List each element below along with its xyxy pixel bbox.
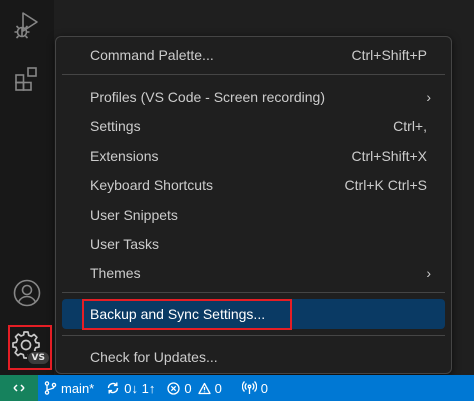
run-debug-button[interactable]: [0, 2, 54, 48]
ports-status[interactable]: 0: [236, 381, 274, 396]
menu-separator: [62, 292, 445, 293]
extensions-icon: [15, 67, 37, 91]
broadcast-icon: [241, 381, 257, 394]
sync-counts: 0↓ 1↑: [124, 380, 156, 396]
menu-item-shortcut: Ctrl+,: [393, 117, 427, 134]
menu-item-label: Extensions: [90, 147, 159, 164]
chevron-right-icon: ›: [426, 88, 431, 105]
run-debug-icon: [14, 12, 38, 39]
menu-item-shortcut: Ctrl+Shift+P: [351, 46, 427, 63]
git-branch-icon: [44, 381, 57, 395]
menu-item-label: User Tasks: [90, 235, 159, 252]
menu-item-label: User Snippets: [90, 206, 178, 223]
menu-item-command-palette[interactable]: Command Palette... Ctrl+Shift+P: [62, 41, 445, 68]
error-icon: [167, 381, 180, 395]
menu-separator: [62, 335, 445, 336]
error-count: 0: [184, 380, 192, 396]
menu-item-label: Keyboard Shortcuts: [90, 176, 213, 193]
menu-item-label: Check for Updates...: [90, 348, 218, 365]
menu-item-user-tasks[interactable]: User Tasks: [62, 230, 445, 257]
menu-item-keyboard-shortcuts[interactable]: Keyboard Shortcuts Ctrl+K Ctrl+S: [62, 171, 445, 198]
problems-status[interactable]: 0 0: [161, 381, 227, 396]
menu-item-backup-sync[interactable]: Backup and Sync Settings...: [62, 299, 445, 329]
sync-status[interactable]: 0↓ 1↑: [100, 381, 161, 396]
menu-item-label: Settings: [90, 117, 141, 134]
menu-item-settings[interactable]: Settings Ctrl+,: [62, 112, 445, 139]
warning-count: 0: [214, 380, 222, 396]
sync-icon: [108, 382, 119, 394]
remote-indicator[interactable]: [0, 375, 38, 401]
menu-item-check-updates[interactable]: Check for Updates...: [62, 343, 445, 370]
menu-item-label: Command Palette...: [90, 46, 214, 63]
branch-status[interactable]: main*: [38, 381, 100, 396]
warning-icon: [197, 382, 211, 394]
status-bar: main* 0↓ 1↑ 0 0 0: [0, 375, 474, 401]
menu-item-profiles[interactable]: Profiles (VS Code - Screen recording) ›: [62, 83, 445, 110]
accounts-button[interactable]: [0, 270, 54, 316]
chevron-right-icon: ›: [426, 264, 431, 281]
remote-icon: [13, 384, 25, 392]
accounts-icon: [13, 279, 41, 307]
menu-item-themes[interactable]: Themes ›: [62, 259, 445, 286]
menu-item-label: Themes: [90, 264, 141, 281]
activity-bar: VS: [0, 0, 54, 375]
menu-item-shortcut: Ctrl+Shift+X: [351, 147, 427, 164]
menu-item-user-snippets[interactable]: User Snippets: [62, 201, 445, 228]
ports-count: 0: [260, 380, 269, 396]
branch-name: main*: [61, 380, 95, 396]
extensions-button[interactable]: [0, 56, 54, 102]
menu-item-shortcut: Ctrl+K Ctrl+S: [344, 176, 427, 193]
menu-item-extensions[interactable]: Extensions Ctrl+Shift+X: [62, 142, 445, 169]
profile-badge: VS: [26, 351, 50, 365]
manage-menu: Command Palette... Ctrl+Shift+P Profiles…: [55, 36, 452, 374]
manage-button[interactable]: VS: [0, 322, 54, 370]
menu-item-label: Backup and Sync Settings...: [90, 306, 266, 322]
menu-separator: [62, 74, 445, 75]
menu-item-label: Profiles (VS Code - Screen recording): [90, 88, 325, 105]
